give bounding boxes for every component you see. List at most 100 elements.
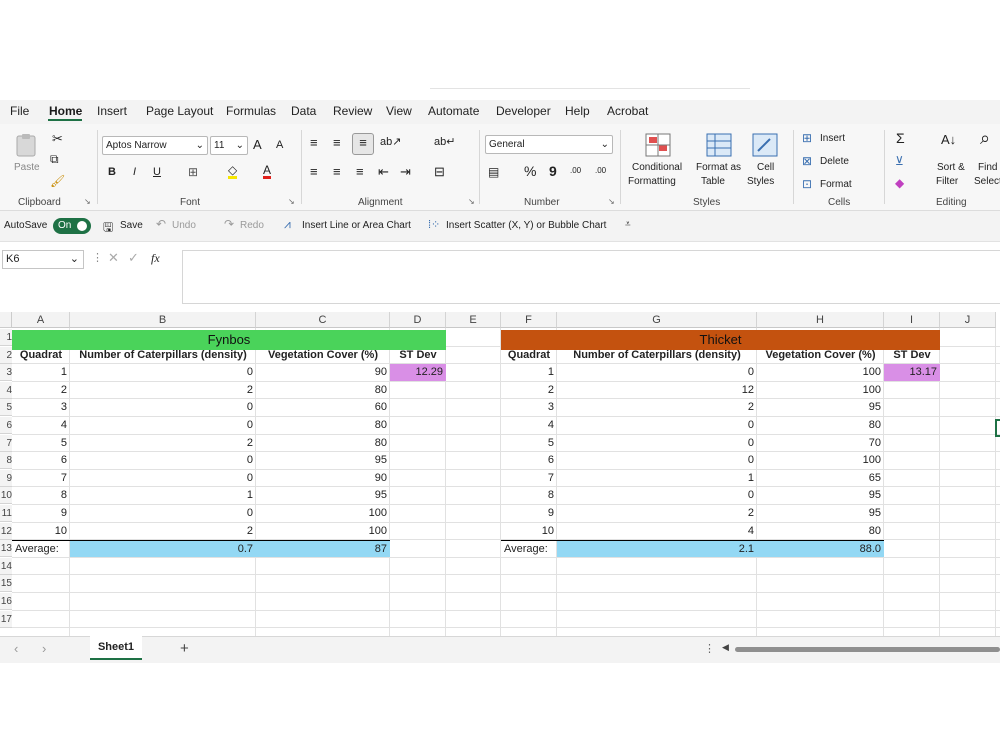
cut-icon[interactable]: ✂ [52,131,63,147]
borders-icon[interactable]: ⊞ [188,165,198,179]
cell[interactable]: 0 [557,435,757,452]
scroll-tabs-right-icon[interactable]: › [42,641,46,656]
cell[interactable]: 3 [501,399,557,416]
decrease-indent-icon[interactable]: ⇤ [378,164,389,180]
column-header[interactable]: C [256,312,390,328]
cell[interactable]: 70 [757,435,884,452]
align-right-icon[interactable]: ≡ [356,164,364,179]
cell[interactable]: 80 [757,417,884,434]
tab-data[interactable]: Data [291,104,316,118]
cell[interactable]: 2 [70,382,256,399]
cell[interactable]: 1 [501,364,557,381]
cell[interactable]: 80 [256,435,390,452]
clear-icon[interactable]: ◆ [895,176,904,190]
cell[interactable]: 8 [501,487,557,504]
cell[interactable]: ST Dev [390,347,446,364]
format-cells-button[interactable]: Format [820,179,852,190]
copy-icon[interactable]: ⧉ [50,152,59,167]
cell[interactable]: 9 [12,505,70,522]
column-header[interactable]: F [501,312,557,328]
cell[interactable]: 13.17 [884,364,940,382]
insert-function-button[interactable]: fx [151,251,160,266]
cell[interactable]: 80 [757,523,884,540]
cell[interactable]: 88.0 [757,540,884,558]
cell[interactable]: 8 [12,487,70,504]
cell[interactable]: 65 [757,470,884,487]
sheet-tab-sheet1[interactable]: Sheet1 [90,636,142,660]
shrink-font-button[interactable]: A [276,139,283,151]
cell[interactable]: 4 [557,523,757,540]
cell[interactable]: 0 [557,417,757,434]
format-as-table-button[interactable] [706,133,732,160]
cell[interactable]: 1 [12,364,70,381]
cell[interactable]: 4 [12,417,70,434]
horizontal-scrollbar[interactable] [735,647,1000,652]
cell[interactable]: 10 [12,523,70,540]
cell[interactable]: 12 [557,382,757,399]
dialog-launcher-icon[interactable]: ↘ [288,197,295,206]
cell[interactable]: 95 [256,487,390,504]
italic-button[interactable]: I [133,166,136,178]
format-painter-icon[interactable]: 🖌 [50,174,65,188]
tab-view[interactable]: View [386,104,412,118]
row-header[interactable]: 2 [0,346,12,364]
cell[interactable]: 0 [70,399,256,416]
percent-style-button[interactable]: % [524,163,536,179]
cell[interactable]: 0 [70,470,256,487]
tab-help[interactable]: Help [565,104,590,118]
row-header[interactable]: 7 [0,434,12,452]
paste-button[interactable] [14,132,40,158]
tab-home[interactable]: Home [49,104,82,118]
dialog-launcher-icon[interactable]: ↘ [84,197,91,206]
cell[interactable]: 6 [501,452,557,469]
row-header[interactable]: 3 [0,364,12,382]
tab-automate[interactable]: Automate [428,104,479,118]
cell[interactable]: 5 [501,435,557,452]
cell[interactable]: 1 [70,487,256,504]
cell[interactable]: Vegetation Cover (%) [757,347,884,364]
underline-button[interactable]: U [153,166,161,178]
font-size-select[interactable]: 11 ⌄ [210,136,248,155]
cell[interactable]: 95 [757,487,884,504]
cell[interactable]: 0 [557,487,757,504]
cell[interactable]: 1 [557,470,757,487]
scroll-left-icon[interactable]: ◀ [722,642,729,653]
format-cells-icon[interactable]: ⊡ [802,177,812,191]
cell[interactable]: 2 [12,382,70,399]
cell[interactable]: Average: [501,540,557,557]
cell[interactable]: 0 [70,505,256,522]
fill-icon[interactable]: ⊻ [895,154,904,168]
select-all-corner[interactable] [0,312,12,328]
cell[interactable]: 7 [12,470,70,487]
tab-review[interactable]: Review [333,104,372,118]
align-top-icon[interactable]: ≡ [310,135,318,150]
cell[interactable]: 2 [70,435,256,452]
cancel-icon[interactable]: ✕ [108,250,119,266]
cell[interactable]: 80 [256,382,390,399]
cell[interactable]: 5 [12,435,70,452]
cell[interactable]: Number of Caterpillars (density) [70,347,256,364]
tab-insert[interactable]: Insert [97,104,127,118]
more-options-icon[interactable]: ⋮ [704,642,715,655]
font-name-select[interactable]: Aptos Narrow ⌄ [102,136,208,155]
cell[interactable]: ST Dev [884,347,940,364]
tab-acrobat[interactable]: Acrobat [607,104,648,118]
cell[interactable]: 0 [70,364,256,381]
cell[interactable]: 95 [757,505,884,522]
scroll-tabs-left-icon[interactable]: ‹ [14,641,18,656]
cell[interactable]: 10 [501,523,557,540]
dialog-launcher-icon[interactable]: ↘ [608,197,615,206]
column-header[interactable]: J [940,312,996,328]
row-header[interactable]: 15 [0,575,12,593]
cell[interactable]: 2 [557,505,757,522]
cell[interactable]: 6 [12,452,70,469]
tab-file[interactable]: File [10,104,29,118]
cell[interactable]: 7 [501,470,557,487]
cell[interactable]: 100 [256,505,390,522]
find-select-icon[interactable]: ⌕ [980,128,990,149]
row-header[interactable]: 4 [0,381,12,399]
column-header[interactable]: G [557,312,757,328]
row-header[interactable]: 11 [0,505,12,522]
formula-input[interactable] [182,250,1000,304]
cell[interactable]: 90 [256,364,390,381]
